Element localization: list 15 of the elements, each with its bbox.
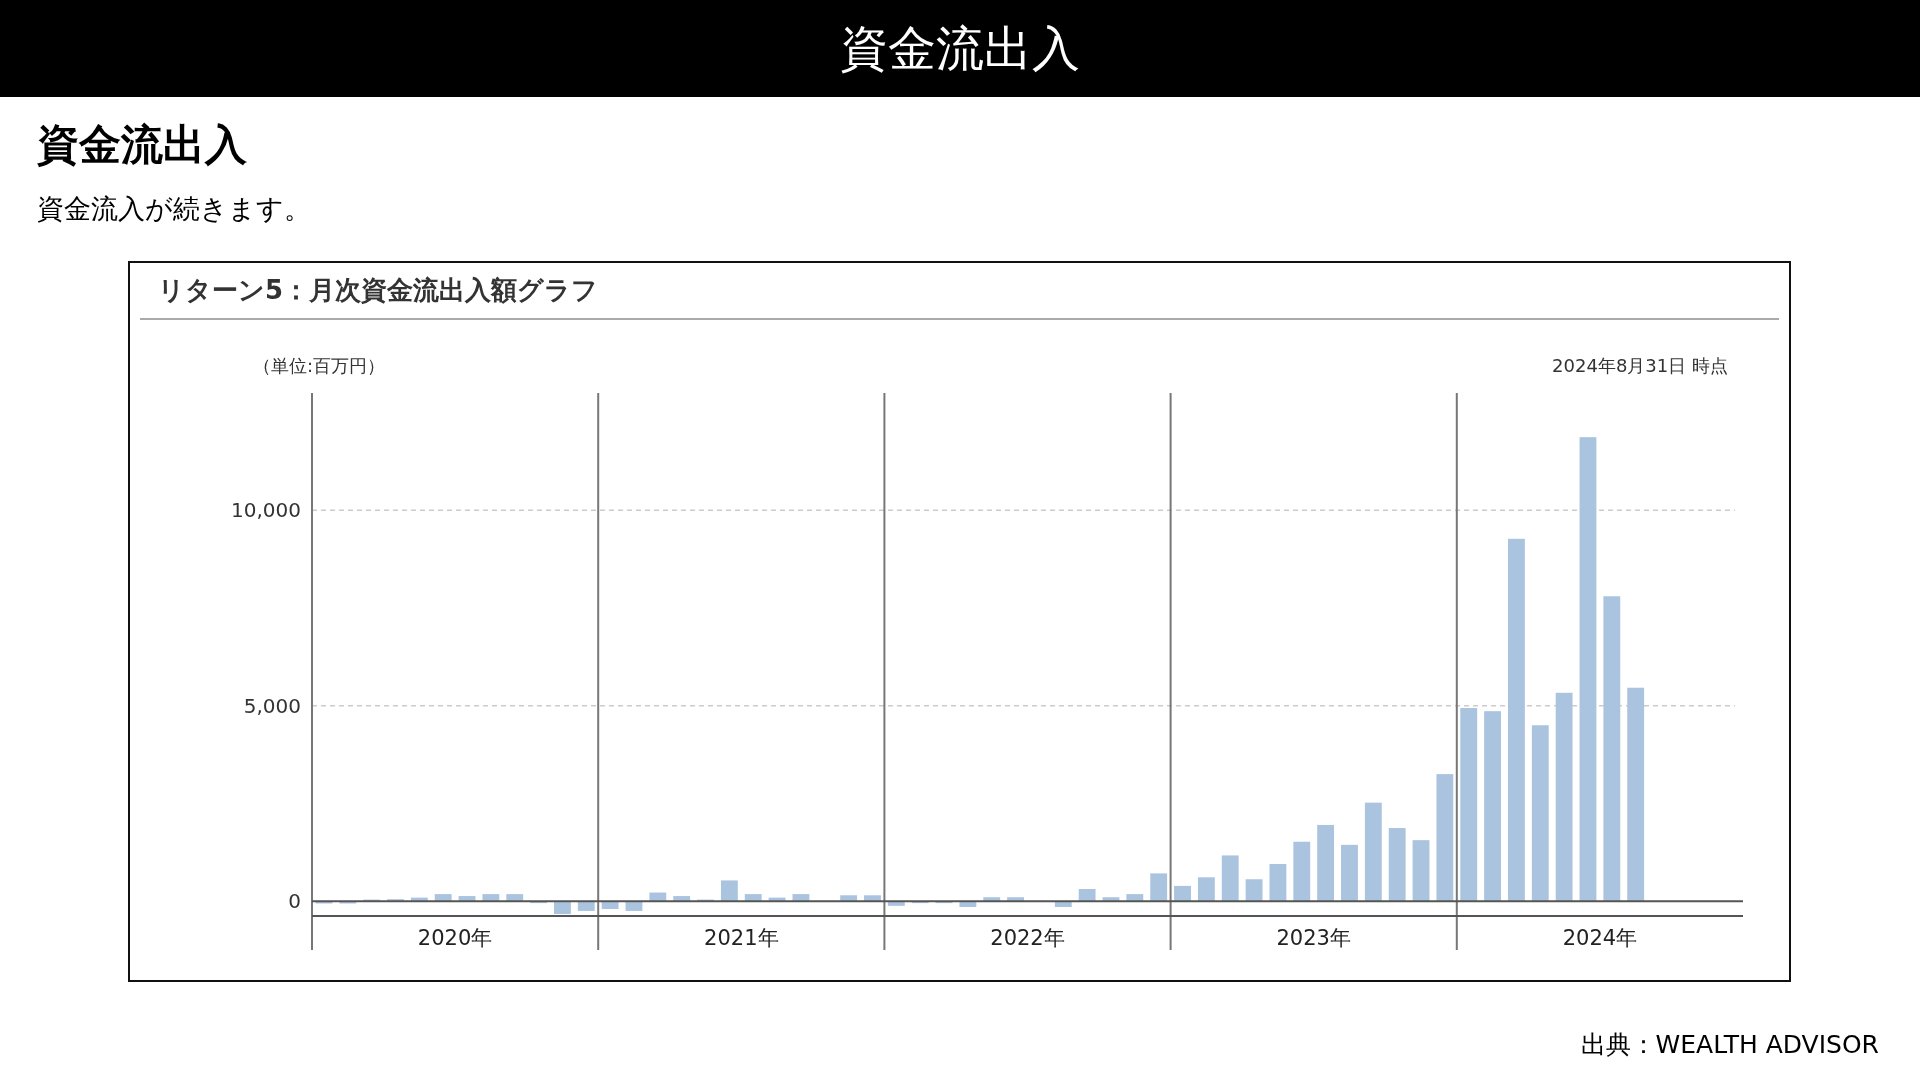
source-text: 出典：WEALTH ADVISOR [1580, 1029, 1879, 1061]
description-text: 資金流入が続きます。 [37, 192, 312, 226]
axis-label: 0 [288, 889, 301, 914]
date-label: 2024年8月31日 時点 [1552, 355, 1728, 376]
axis-label: 10,000 [231, 498, 301, 523]
section-heading: 資金流出入 [37, 119, 248, 171]
axis-label: 2023年 [1276, 926, 1351, 950]
axis-label: 2021年 [704, 926, 779, 950]
axis-label: 5,000 [243, 693, 301, 718]
chart-title: リターン5：月次資金流出入額グラフ [140, 273, 1779, 320]
axis-label: 2024年 [1562, 926, 1638, 950]
axis-label: 2020年 [417, 926, 493, 950]
axis-label: 2022年 [990, 926, 1065, 950]
banner-title: 資金流出入 [840, 18, 1080, 78]
unit-label: （単位:百万円） [253, 355, 386, 376]
